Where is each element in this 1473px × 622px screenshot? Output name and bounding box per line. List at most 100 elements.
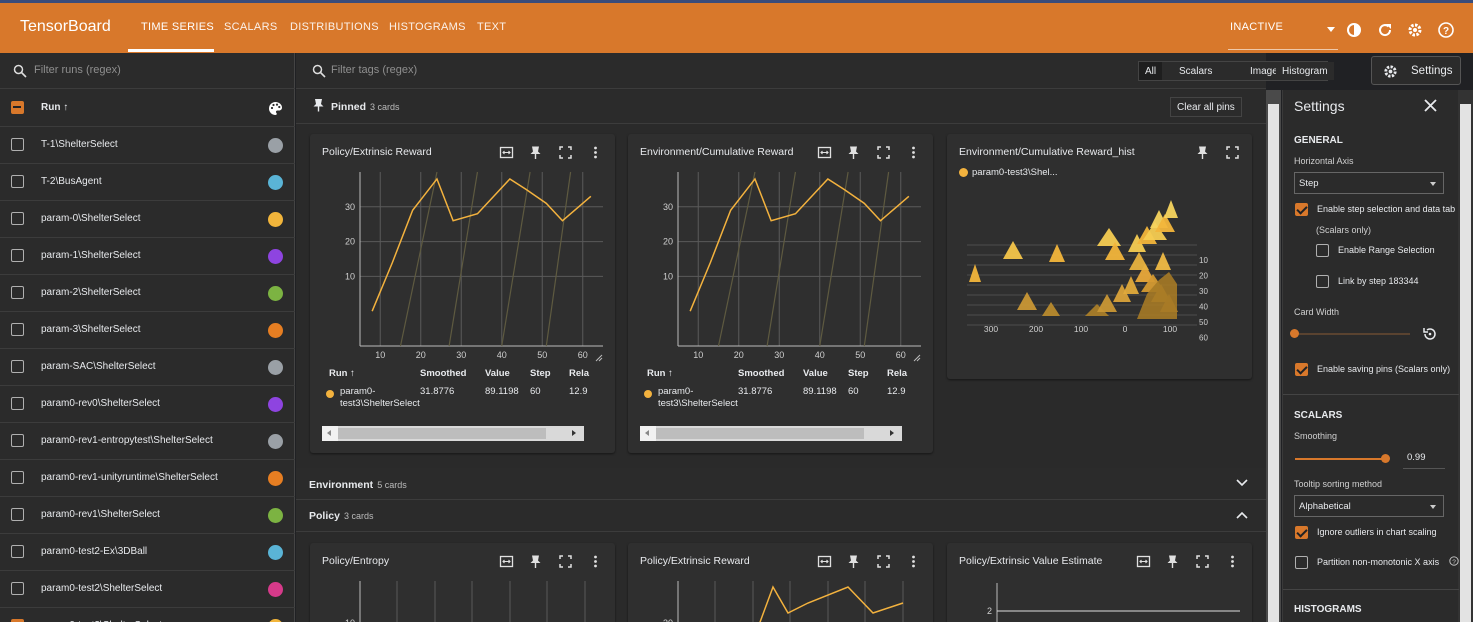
palette-icon[interactable] bbox=[268, 101, 283, 116]
run-color-swatch[interactable] bbox=[268, 397, 283, 412]
run-checkbox[interactable] bbox=[11, 323, 24, 336]
run-checkbox[interactable] bbox=[11, 508, 24, 521]
line-chart[interactable]: 30 bbox=[628, 573, 933, 622]
more-vert-icon[interactable] bbox=[1225, 554, 1240, 569]
plugin-status-select[interactable]: INACTIVE bbox=[1230, 21, 1283, 33]
line-chart[interactable]: 10 20 30 40 50 60 10 20 30 bbox=[628, 164, 933, 394]
legend-column-header[interactable]: Step bbox=[848, 368, 869, 379]
link-by-step-checkbox[interactable] bbox=[1316, 275, 1329, 288]
legend-column-header[interactable]: Value bbox=[485, 368, 510, 379]
environment-group-header[interactable]: Environment 5 cards bbox=[296, 468, 1266, 500]
legend-horizontal-scrollbar[interactable] bbox=[640, 426, 920, 441]
ignore-outliers-checkbox[interactable] bbox=[1295, 526, 1308, 539]
run-color-swatch[interactable] bbox=[268, 434, 283, 449]
tooltip-sort-select[interactable]: Alphabetical bbox=[1294, 495, 1444, 517]
run-row[interactable]: param0-rev1-unityruntime\ShelterSelect bbox=[0, 460, 295, 497]
run-color-swatch[interactable] bbox=[268, 360, 283, 375]
card-width-slider-thumb[interactable] bbox=[1290, 329, 1299, 338]
run-checkbox[interactable] bbox=[11, 434, 24, 447]
tab-time-series[interactable]: TIME SERIES bbox=[141, 21, 214, 33]
filter-histogram-button[interactable]: Histogram bbox=[1276, 62, 1334, 80]
run-row[interactable]: T-2\BusAgent bbox=[0, 164, 295, 201]
pin-icon[interactable] bbox=[1195, 145, 1210, 160]
run-row[interactable]: param-SAC\ShelterSelect bbox=[0, 349, 295, 386]
legend-column-header[interactable]: Rela bbox=[887, 368, 907, 379]
fullscreen-icon[interactable] bbox=[558, 145, 573, 160]
run-row[interactable]: param0-test2-Ex\3DBall bbox=[0, 534, 295, 571]
scroll-thumb[interactable] bbox=[338, 428, 546, 439]
run-color-swatch[interactable] bbox=[268, 286, 283, 301]
settings-scrollbar-thumb[interactable] bbox=[1460, 104, 1471, 622]
reload-icon[interactable] bbox=[1376, 21, 1394, 39]
tab-scalars[interactable]: SCALARS bbox=[224, 21, 277, 33]
main-scrollbar[interactable] bbox=[1266, 90, 1281, 622]
run-column-header[interactable]: Run ↑ bbox=[41, 102, 68, 113]
tab-text[interactable]: TEXT bbox=[477, 21, 506, 33]
chevron-down-icon[interactable] bbox=[1236, 479, 1248, 487]
pin-icon[interactable] bbox=[528, 554, 543, 569]
line-chart[interactable]: 10 20 30 40 50 60 10 20 30 bbox=[310, 164, 615, 394]
main-scrollbar-thumb[interactable] bbox=[1268, 104, 1279, 622]
run-checkbox[interactable] bbox=[11, 286, 24, 299]
run-row[interactable]: param-2\ShelterSelect bbox=[0, 275, 295, 312]
run-row[interactable]: param-3\ShelterSelect bbox=[0, 312, 295, 349]
reset-icon[interactable] bbox=[1422, 326, 1438, 342]
fullscreen-icon[interactable] bbox=[1225, 145, 1240, 160]
fit-domain-icon[interactable] bbox=[1136, 554, 1151, 569]
more-vert-icon[interactable] bbox=[588, 145, 603, 160]
run-checkbox[interactable] bbox=[11, 175, 24, 188]
smoothing-slider-track[interactable] bbox=[1295, 458, 1387, 460]
pin-icon[interactable] bbox=[846, 145, 861, 160]
fit-domain-icon[interactable] bbox=[817, 554, 832, 569]
legend-column-header[interactable]: Smoothed bbox=[738, 368, 784, 379]
settings-scrollbar[interactable] bbox=[1458, 90, 1473, 622]
fullscreen-icon[interactable] bbox=[558, 554, 573, 569]
runs-filter-input[interactable] bbox=[34, 64, 274, 76]
fit-domain-icon[interactable] bbox=[499, 145, 514, 160]
legend-column-header[interactable]: Value bbox=[803, 368, 828, 379]
pin-icon[interactable] bbox=[846, 554, 861, 569]
dark-mode-icon[interactable] bbox=[1345, 21, 1363, 39]
run-color-swatch[interactable] bbox=[268, 138, 283, 153]
run-color-swatch[interactable] bbox=[268, 582, 283, 597]
smoothing-slider-thumb[interactable] bbox=[1381, 454, 1390, 463]
close-icon[interactable] bbox=[1424, 99, 1437, 112]
run-checkbox[interactable] bbox=[11, 249, 24, 262]
settings-toggle-button[interactable]: Settings bbox=[1371, 56, 1461, 85]
fullscreen-icon[interactable] bbox=[1195, 554, 1210, 569]
run-checkbox[interactable] bbox=[11, 360, 24, 373]
line-chart[interactable]: 2 bbox=[947, 573, 1252, 622]
clear-all-pins-button[interactable]: Clear all pins bbox=[1170, 97, 1242, 117]
filter-scalars-button[interactable]: Scalars bbox=[1173, 62, 1219, 80]
pin-icon[interactable] bbox=[528, 145, 543, 160]
run-checkbox[interactable] bbox=[11, 471, 24, 484]
run-color-swatch[interactable] bbox=[268, 212, 283, 227]
help-icon[interactable]: ? bbox=[1437, 21, 1455, 39]
run-color-swatch[interactable] bbox=[268, 323, 283, 338]
run-row[interactable]: param-1\ShelterSelect bbox=[0, 238, 295, 275]
run-color-swatch[interactable] bbox=[268, 545, 283, 560]
filter-all-button[interactable]: All bbox=[1139, 62, 1163, 80]
run-row[interactable]: param0-test2\ShelterSelect bbox=[0, 571, 295, 608]
more-vert-icon[interactable] bbox=[906, 554, 921, 569]
saving-pins-checkbox[interactable] bbox=[1295, 363, 1308, 376]
run-checkbox[interactable] bbox=[11, 397, 24, 410]
legend-column-header[interactable]: Step bbox=[530, 368, 551, 379]
run-row[interactable]: param0-test3\ShelterSelect bbox=[0, 608, 295, 622]
legend-horizontal-scrollbar[interactable] bbox=[322, 426, 602, 441]
chevron-down-icon[interactable] bbox=[1327, 27, 1335, 32]
fit-domain-icon[interactable] bbox=[817, 145, 832, 160]
run-row[interactable]: param0-rev1-entropytest\ShelterSelect bbox=[0, 423, 295, 460]
scroll-right-icon[interactable] bbox=[572, 430, 576, 436]
fullscreen-icon[interactable] bbox=[876, 554, 891, 569]
more-vert-icon[interactable] bbox=[906, 145, 921, 160]
run-checkbox[interactable] bbox=[11, 582, 24, 595]
tags-filter-input[interactable] bbox=[331, 64, 631, 76]
run-color-swatch[interactable] bbox=[268, 508, 283, 523]
tab-histograms[interactable]: HISTOGRAMS bbox=[389, 21, 466, 33]
scroll-thumb[interactable] bbox=[656, 428, 864, 439]
run-row[interactable]: param-0\ShelterSelect bbox=[0, 201, 295, 238]
line-chart[interactable]: 10 bbox=[310, 573, 615, 622]
tab-distributions[interactable]: DISTRIBUTIONS bbox=[290, 21, 379, 33]
policy-group-header[interactable]: Policy 3 cards bbox=[296, 500, 1266, 532]
